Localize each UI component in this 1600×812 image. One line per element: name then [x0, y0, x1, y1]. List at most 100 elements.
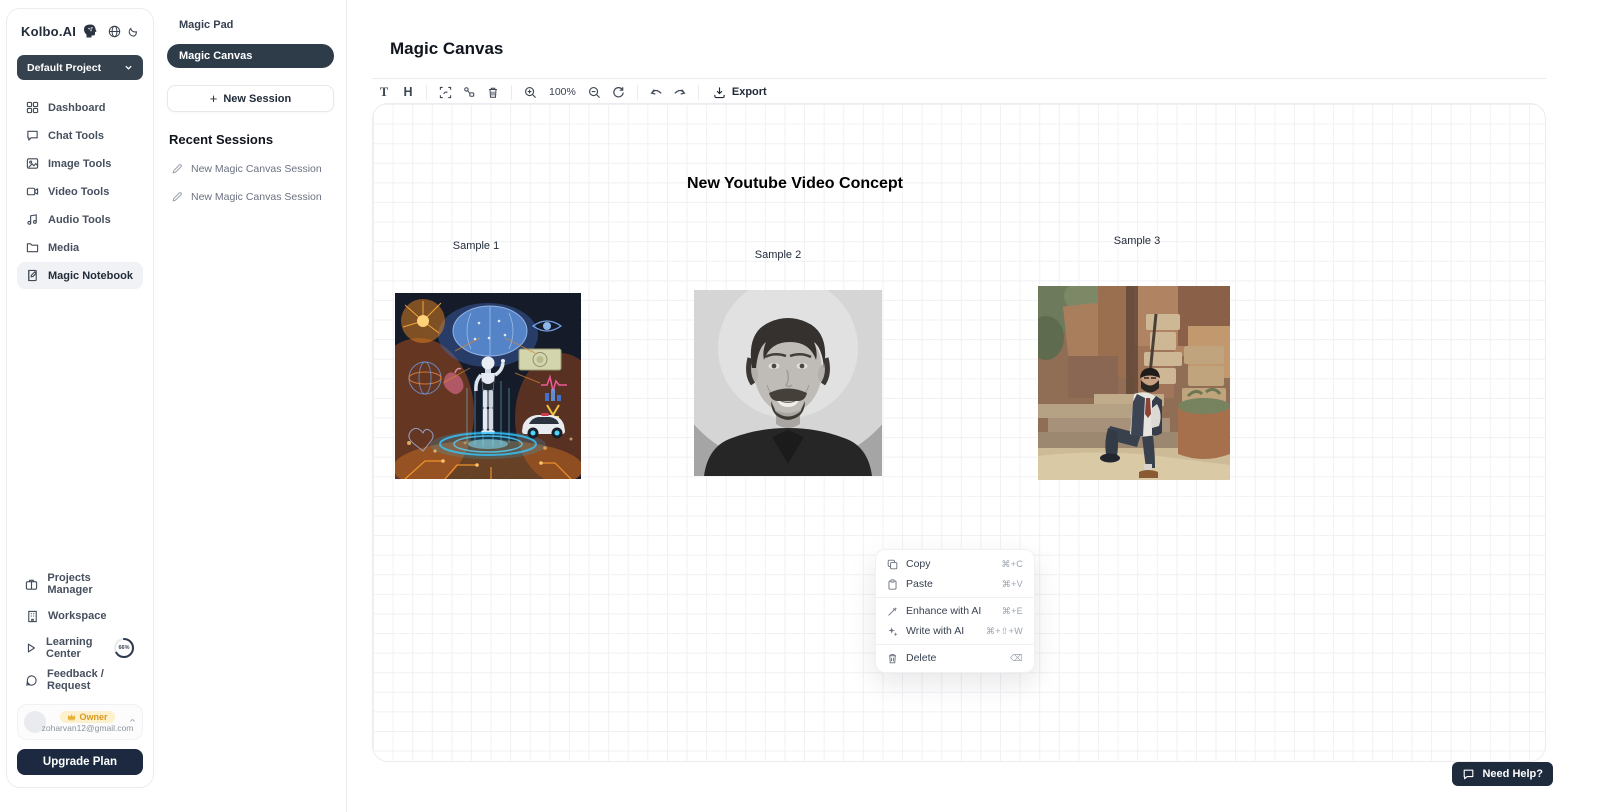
- folder-icon: [25, 241, 39, 254]
- toolbar-divider: [698, 85, 699, 100]
- panel-item-magic-pad[interactable]: Magic Pad: [167, 14, 334, 36]
- sample-3-image[interactable]: [1038, 286, 1230, 480]
- sidebar-item-magic-notebook[interactable]: Magic Notebook: [17, 262, 143, 289]
- context-menu-label: Copy: [906, 558, 931, 570]
- owner-badge: Owner: [60, 711, 114, 723]
- notebook-pen-icon: [25, 269, 39, 282]
- need-help-label: Need Help?: [1482, 768, 1543, 780]
- toolbar-divider: [511, 85, 512, 100]
- sample-2-label[interactable]: Sample 2: [738, 249, 818, 261]
- context-menu-label: Paste: [906, 578, 933, 590]
- connector-icon: [463, 86, 475, 98]
- context-menu-label: Write with AI: [906, 625, 964, 637]
- context-menu-item-copy[interactable]: Copy ⌘+C: [876, 554, 1034, 574]
- sidebar-item-workspace[interactable]: Workspace: [17, 602, 143, 630]
- sidebar-item-dashboard[interactable]: Dashboard: [17, 94, 143, 121]
- recent-session-label: New Magic Canvas Session: [191, 163, 322, 175]
- context-menu-item-delete[interactable]: Delete ⌫: [876, 648, 1034, 668]
- pen-icon: [171, 191, 183, 203]
- heading-tool-button[interactable]: H: [396, 82, 420, 102]
- context-menu-shortcut: ⌘+E: [1002, 606, 1023, 617]
- canvas-grid[interactable]: New Youtube Video Concept Sample 1 Sampl…: [372, 103, 1546, 762]
- zoom-in-icon: [524, 86, 537, 99]
- zoom-in-button[interactable]: [518, 82, 542, 102]
- context-menu-item-write-with-ai[interactable]: Write with AI ⌘+⇧+W: [876, 621, 1034, 641]
- project-selector[interactable]: Default Project: [17, 55, 143, 80]
- brand-head-icon: [82, 23, 98, 39]
- sessions-panel: Magic Pad Magic Canvas + New Session Rec…: [155, 0, 347, 812]
- sidebar-item-label: Feedback / Request: [47, 668, 135, 692]
- sidebar-item-label: Image Tools: [48, 158, 111, 170]
- crown-icon: [67, 713, 76, 721]
- canvas-text-heading[interactable]: New Youtube Video Concept: [645, 175, 945, 193]
- sidebar-item-feedback-request[interactable]: Feedback / Request: [17, 666, 143, 694]
- panel-item-magic-canvas[interactable]: Magic Canvas: [167, 44, 334, 68]
- language-globe-icon[interactable]: [108, 25, 121, 38]
- select-tool-button[interactable]: [433, 82, 457, 102]
- sidebar-item-projects-manager[interactable]: Projects Manager: [17, 570, 143, 598]
- rotate-reset-icon: [612, 86, 625, 99]
- zoom-out-button[interactable]: [583, 82, 607, 102]
- redo-button[interactable]: [668, 82, 692, 102]
- brand-logo: Kolbo.AI: [21, 24, 76, 39]
- video-camera-icon: [25, 185, 39, 198]
- context-menu-item-enhance-with-ai[interactable]: Enhance with AI ⌘+E: [876, 601, 1034, 621]
- connector-tool-button[interactable]: [457, 82, 481, 102]
- sidebar-item-label: Media: [48, 242, 79, 254]
- feedback-bubble-icon: [25, 674, 38, 687]
- sidebar: Kolbo.AI Default Project Dashboard: [6, 8, 154, 788]
- plus-icon: +: [210, 91, 218, 106]
- reset-view-button[interactable]: [607, 82, 631, 102]
- sidebar-item-label: Magic Notebook: [48, 270, 133, 282]
- context-menu-item-paste[interactable]: Paste ⌘+V: [876, 574, 1034, 594]
- pen-icon: [171, 163, 183, 175]
- context-menu: Copy ⌘+C Paste ⌘+V Enhance with AI ⌘+E W…: [875, 549, 1035, 673]
- briefcase-icon: [25, 578, 38, 591]
- delete-tool-button[interactable]: [481, 82, 505, 102]
- chevron-down-icon: [124, 63, 133, 72]
- chevron-expand-icon: [129, 718, 136, 727]
- sidebar-item-media[interactable]: Media: [17, 234, 143, 261]
- context-menu-shortcut: ⌘+⇧+W: [986, 626, 1023, 637]
- project-selector-label: Default Project: [27, 62, 101, 74]
- text-tool-button[interactable]: T: [372, 82, 396, 102]
- user-card[interactable]: Owner zoharvan12@gmail.com: [17, 704, 143, 740]
- sidebar-item-learning-center[interactable]: Learning Center 66%: [17, 634, 143, 662]
- upgrade-plan-button[interactable]: Upgrade Plan: [17, 749, 143, 775]
- recent-session-item[interactable]: New Magic Canvas Session: [167, 191, 334, 203]
- sidebar-item-audio-tools[interactable]: Audio Tools: [17, 206, 143, 233]
- sample-1-label[interactable]: Sample 1: [436, 240, 516, 252]
- context-menu-shortcut: ⌫: [1010, 653, 1023, 664]
- trash-icon: [487, 86, 499, 99]
- undo-icon: [649, 86, 663, 98]
- sidebar-item-image-tools[interactable]: Image Tools: [17, 150, 143, 177]
- sidebar-item-label: Chat Tools: [48, 130, 104, 142]
- sidebar-item-video-tools[interactable]: Video Tools: [17, 178, 143, 205]
- export-button[interactable]: Export: [713, 86, 767, 99]
- sidebar-item-label: Dashboard: [48, 102, 105, 114]
- building-icon: [25, 610, 39, 623]
- context-menu-label: Delete: [906, 652, 936, 664]
- sample-3-label[interactable]: Sample 3: [1097, 235, 1177, 247]
- app-root: Kolbo.AI Default Project Dashboard: [0, 0, 1600, 812]
- sidebar-item-chat-tools[interactable]: Chat Tools: [17, 122, 143, 149]
- dark-mode-moon-icon[interactable]: [127, 25, 139, 37]
- sample-1-image[interactable]: [395, 293, 581, 479]
- zoom-out-icon: [588, 86, 601, 99]
- brand-row: Kolbo.AI: [17, 23, 143, 39]
- primary-nav: Dashboard Chat Tools Image Tools Video T…: [17, 94, 143, 289]
- need-help-button[interactable]: Need Help?: [1452, 762, 1553, 786]
- context-menu-shortcut: ⌘+V: [1002, 579, 1023, 590]
- play-icon: [25, 642, 37, 654]
- toolbar-divider: [426, 85, 427, 100]
- learning-progress-ring: 66%: [113, 637, 135, 659]
- owner-badge-label: Owner: [79, 712, 107, 722]
- new-session-button[interactable]: + New Session: [167, 85, 334, 112]
- user-email: zoharvan12@gmail.com: [42, 723, 134, 733]
- sparkles-icon: [887, 626, 898, 637]
- music-note-icon: [25, 213, 39, 226]
- zoom-level: 100%: [549, 86, 576, 98]
- sample-2-image[interactable]: [694, 290, 882, 476]
- recent-session-item[interactable]: New Magic Canvas Session: [167, 163, 334, 175]
- undo-button[interactable]: [644, 82, 668, 102]
